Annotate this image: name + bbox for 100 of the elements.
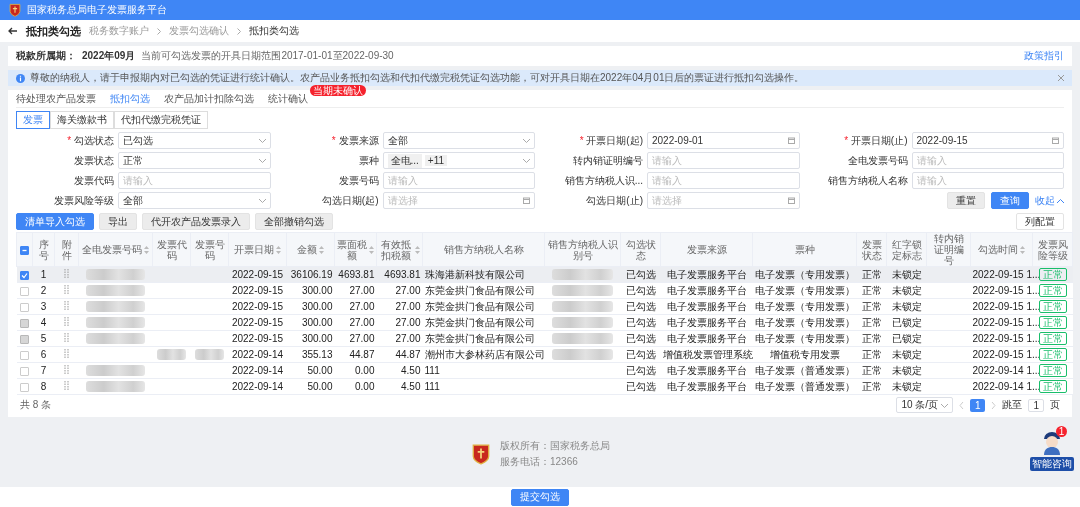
assistant-label[interactable]: 智能咨询 (1030, 457, 1074, 471)
row-checkbox[interactable] (20, 302, 29, 312)
column-header[interactable]: 勾选时间 (978, 244, 1018, 255)
select-field[interactable]: 全部 (118, 192, 271, 209)
tab[interactable]: 农产品加计扣除勾选 (164, 91, 254, 106)
action-button[interactable]: 导出 (99, 213, 137, 230)
sort-icon[interactable] (415, 245, 420, 254)
column-header[interactable]: 金额 (297, 244, 317, 255)
blurred-block (551, 349, 614, 361)
row-checkbox[interactable] (20, 286, 29, 296)
blurred-block (85, 381, 146, 393)
field-label: 转内销证明编号 (572, 153, 643, 168)
back-arrow-icon[interactable] (8, 26, 18, 36)
chevron-down-icon (258, 158, 266, 163)
select-field[interactable]: 全电... +11 (382, 152, 535, 169)
table-cell: 2022-09-15 1... (972, 317, 1041, 328)
collapse-link[interactable]: 收起 (1035, 193, 1064, 208)
chevron-up-icon (1057, 198, 1064, 203)
policy-link[interactable]: 政策指引 (1024, 49, 1064, 63)
tab[interactable]: 抵扣勾选 (110, 91, 150, 106)
sort-icon[interactable] (144, 245, 149, 254)
table-cell: 5 (40, 333, 47, 344)
table-cell: 已勾选 (625, 316, 656, 328)
column-header: 发票状态 (860, 238, 883, 261)
table-cell: 已锁定 (891, 332, 922, 344)
table-cell: 4.50 (401, 365, 421, 376)
attachment-icon[interactable] (64, 381, 69, 390)
select-field[interactable]: 已勾选 (118, 132, 271, 149)
table-cell: 珠海港新科技有限公司 (424, 268, 525, 280)
date-field[interactable]: 2022-09-15 (911, 132, 1064, 149)
row-checkbox[interactable] (20, 270, 29, 280)
reset-button[interactable]: 重置 (947, 192, 985, 209)
table-cell: 正常 (861, 268, 882, 280)
sub-tab[interactable]: 代扣代缴完税凭证 (114, 111, 208, 129)
table-cell: 已勾选 (625, 300, 656, 312)
table-cell: 东莞金拱门食品有限公司 (424, 300, 535, 312)
blurred-block (85, 301, 146, 313)
sort-icon[interactable] (319, 245, 324, 254)
page-button[interactable]: 1 (969, 398, 986, 412)
attachment-icon[interactable] (64, 349, 69, 358)
tab[interactable]: 待处理农产品发票 (16, 91, 96, 106)
sub-tab[interactable]: 发票 (16, 111, 50, 129)
column-settings-button[interactable]: 列配置 (1016, 213, 1064, 230)
status-badge: 当期未确认 (310, 84, 366, 96)
table-cell: 电子发票（专用发票） (754, 284, 855, 296)
page-suffix: 页 (1050, 398, 1060, 412)
sort-icon[interactable] (276, 245, 281, 254)
total-count: 共 8 条 (20, 398, 52, 412)
table-cell: 27.00 (395, 285, 421, 296)
table-cell: 27.00 (395, 333, 421, 344)
select-field[interactable]: 正常 (118, 152, 271, 169)
submit-button[interactable]: 提交勾选 (511, 488, 569, 506)
sort-icon[interactable] (369, 245, 374, 254)
table-cell: 1 (40, 269, 47, 280)
close-icon[interactable] (1058, 75, 1064, 81)
chevron-right-icon (157, 27, 161, 35)
table-cell: 50.00 (307, 365, 333, 376)
chevron-down-icon (523, 158, 530, 163)
field-label: 全电发票号码 (846, 153, 908, 168)
select-field[interactable]: 全部 (382, 132, 535, 149)
calendar-icon (787, 197, 795, 204)
risk-tag: 正常 (1038, 331, 1067, 345)
column-header: 发票来源 (686, 244, 727, 255)
page-input[interactable]: 1 (1028, 398, 1044, 412)
row-checkbox[interactable] (20, 382, 29, 392)
action-button[interactable]: 清单导入勾选 (16, 213, 94, 230)
attachment-icon[interactable] (64, 285, 69, 294)
table-cell: 50.00 (307, 381, 333, 392)
action-button[interactable]: 代开农产品发票录入 (142, 213, 250, 230)
chevron-down-icon (258, 198, 266, 203)
date-field[interactable]: 2022-09-01 (647, 132, 800, 149)
footer-text: 服务电话：12366 (500, 455, 579, 469)
attachment-icon[interactable] (64, 269, 69, 278)
select-all-checkbox[interactable] (20, 245, 29, 255)
table-cell: 2022-09-14 (231, 349, 284, 360)
blurred-block (85, 285, 146, 297)
table-cell: 已勾选 (625, 284, 656, 296)
field-label: 发票状态 (73, 153, 114, 168)
assistant-figure-icon[interactable] (1041, 429, 1063, 455)
search-button[interactable]: 查询 (991, 192, 1029, 209)
row-checkbox[interactable] (20, 350, 29, 360)
table-cell: 东莞金拱门食品有限公司 (424, 284, 535, 296)
next-page-icon[interactable] (991, 401, 997, 409)
table-cell: 111 (424, 365, 440, 376)
blurred-block (85, 365, 146, 377)
page-size-select[interactable]: 10 条/页 (896, 397, 953, 413)
row-checkbox[interactable] (20, 366, 29, 376)
table-cell: 已勾选 (625, 268, 656, 280)
action-button[interactable]: 全部撤销勾选 (255, 213, 333, 230)
field-placeholder: 请输入 (652, 173, 683, 188)
sort-icon[interactable] (1020, 245, 1025, 254)
field-placeholder: 请输入 (916, 173, 948, 188)
sub-tab[interactable]: 海关缴款书 (50, 111, 114, 129)
attachment-icon[interactable] (64, 365, 69, 374)
attachment-icon[interactable] (64, 301, 69, 310)
risk-tag: 正常 (1038, 283, 1067, 297)
table-cell: 2022-09-15 1... (972, 301, 1041, 312)
field-placeholder: 请输入 (652, 153, 683, 168)
prev-page-icon[interactable] (958, 401, 964, 409)
footer-text: 版权所有：国家税务总局 (500, 439, 610, 453)
